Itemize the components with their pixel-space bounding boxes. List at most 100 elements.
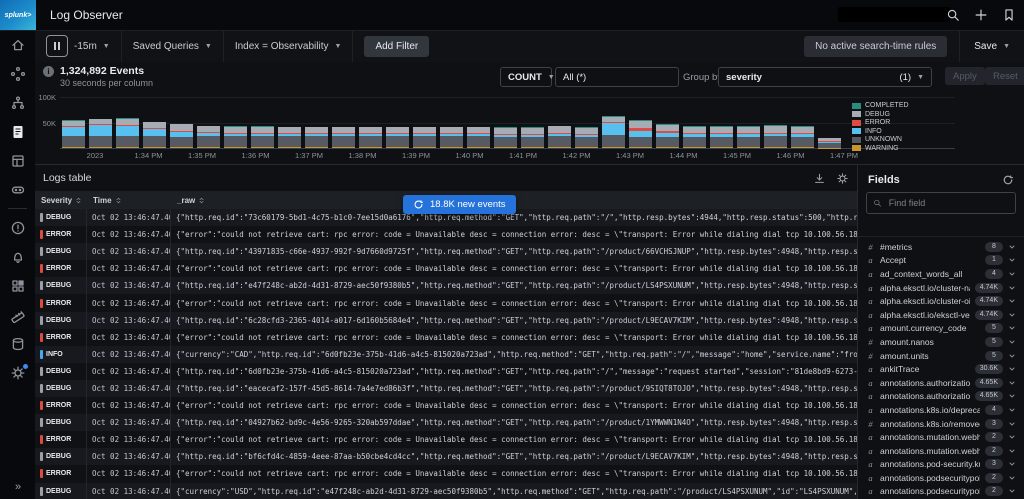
chevron-down-icon[interactable] (1008, 392, 1016, 400)
sidebar-item-log-observer[interactable] (0, 117, 35, 146)
field-item[interactable]: a Accept 1 (858, 254, 1024, 268)
log-row[interactable]: DEBUG Oct 02 13:46:47.408 {"http.req.id":"… (35, 277, 857, 295)
chevron-down-icon[interactable] (1008, 433, 1016, 441)
legend-item-warning[interactable]: WARNING (852, 145, 909, 152)
log-row[interactable]: DEBUG Oct 02 13:46:47.401 {"http.req.id":"… (35, 362, 857, 380)
column-header-severity[interactable]: Severity (35, 196, 87, 205)
histogram-bar[interactable] (197, 125, 220, 148)
histogram-bar[interactable] (548, 125, 571, 148)
log-row[interactable]: ERROR Oct 02 13:46:47.408 {"error":"could … (35, 294, 857, 312)
histogram-bar[interactable] (467, 126, 490, 148)
histogram-bar[interactable] (89, 118, 112, 148)
log-row[interactable]: ERROR Oct 02 13:46:47.400 {"error":"could … (35, 397, 857, 415)
table-settings-icon[interactable] (836, 172, 849, 185)
histogram-bar[interactable] (818, 137, 841, 148)
histogram-bar[interactable] (278, 126, 301, 148)
log-row[interactable]: DEBUG Oct 02 13:46:47.400 {"http.req.id":"… (35, 243, 857, 261)
field-item[interactable]: a amount.currency_code 5 (858, 322, 1024, 336)
legend-item-debug[interactable]: DEBUG (852, 111, 909, 118)
refresh-fields-icon[interactable] (1002, 174, 1014, 186)
sidebar-item-home[interactable] (0, 30, 35, 59)
chevron-down-icon[interactable] (1008, 324, 1016, 332)
histogram-bar[interactable] (224, 126, 247, 148)
sidebar-item-service-map[interactable] (0, 88, 35, 117)
chevron-down-icon[interactable] (1008, 420, 1016, 428)
sidebar-item-infrastructure[interactable] (0, 175, 35, 204)
chevron-down-icon[interactable] (1008, 487, 1016, 495)
download-icon[interactable] (813, 172, 826, 185)
chevron-down-icon[interactable] (1008, 352, 1016, 360)
chevron-down-icon[interactable] (1008, 256, 1016, 264)
histogram-bar[interactable] (143, 121, 166, 148)
pause-button[interactable] (46, 35, 68, 57)
reset-button[interactable]: Reset (985, 67, 1024, 85)
sidebar-item-data-management[interactable] (0, 329, 35, 358)
time-range-picker[interactable]: -15m (74, 41, 97, 52)
histogram-bar[interactable] (629, 120, 652, 148)
saved-queries-dropdown[interactable]: Saved Queries ▼ (122, 30, 224, 62)
column-header-time[interactable]: Time (87, 196, 171, 205)
chevron-down-icon[interactable] (1008, 338, 1016, 346)
chevron-down-icon[interactable] (1008, 297, 1016, 305)
histogram-bar[interactable] (386, 126, 409, 148)
histogram-bar[interactable] (116, 118, 139, 148)
histogram-bar[interactable] (440, 126, 463, 148)
field-item[interactable]: a annotations.mutation.webh... 2 (858, 430, 1024, 444)
field-item[interactable]: # amount.nanos 5 (858, 335, 1024, 349)
field-item[interactable]: a annotations.podsecuritypoli... 2 (858, 485, 1024, 499)
log-row[interactable]: DEBUG Oct 02 13:46:47.400 {"http.req.id":"… (35, 448, 857, 466)
legend-item-unknown[interactable]: UNKNOWN (852, 136, 909, 143)
chevron-down-icon[interactable] (1008, 243, 1016, 251)
chevron-down-icon[interactable] (1008, 284, 1016, 292)
find-field-input[interactable] (886, 197, 1009, 209)
histogram-bar[interactable] (737, 125, 760, 148)
field-item[interactable]: a ad_context_words_all 4 (858, 267, 1024, 281)
histogram-bar[interactable] (521, 127, 544, 148)
field-item[interactable]: a annotations.authorization.k... 4.65K (858, 376, 1024, 390)
field-item[interactable]: a annotations.mutation.webh... 2 (858, 444, 1024, 458)
chevron-down-icon[interactable] (1008, 460, 1016, 468)
histogram-bar[interactable] (251, 126, 274, 148)
chevron-down-icon[interactable] (1008, 447, 1016, 455)
field-item[interactable]: # annotations.k8s.io/removed... 3 (858, 417, 1024, 431)
sort-icon[interactable] (198, 196, 205, 205)
histogram-bar[interactable] (332, 126, 355, 148)
field-item[interactable]: a alpha.eksctl.io/cluster-name 4.74K (858, 281, 1024, 295)
field-item[interactable]: a annotations.podsecuritypoli... 2 (858, 471, 1024, 485)
index-filter-dropdown[interactable]: Index = Observability ▼ (224, 30, 354, 62)
create-icon[interactable] (974, 8, 988, 22)
search-icon[interactable] (946, 8, 960, 22)
log-row[interactable]: ERROR Oct 02 13:46:47.400 {"error":"could … (35, 431, 857, 449)
splunk-logo[interactable]: splunk> (0, 0, 36, 30)
histogram-bar[interactable] (62, 119, 85, 148)
histogram-bar[interactable] (764, 125, 787, 148)
chevron-down-icon[interactable] (1008, 406, 1016, 414)
sort-icon[interactable] (75, 196, 82, 205)
log-row[interactable]: DEBUG Oct 02 13:46:47.400 {"currency":"USD… (35, 482, 857, 499)
sidebar-item-settings[interactable] (0, 358, 35, 387)
histogram-bar[interactable] (656, 123, 679, 148)
info-icon[interactable]: i (43, 66, 54, 77)
log-row[interactable]: ERROR Oct 02 13:46:47.400 {"error":"could … (35, 226, 857, 244)
group-by-dropdown[interactable]: severity (1) ▼ (718, 67, 932, 87)
log-row[interactable]: INFO Oct 02 13:46:47.401 {"currency":"CAD"… (35, 345, 857, 363)
histogram-bar[interactable] (575, 127, 598, 148)
sidebar-item-alerts[interactable] (0, 213, 35, 242)
field-item[interactable]: # #metrics 8 (858, 240, 1024, 254)
sidebar-item-apps[interactable] (0, 271, 35, 300)
sidebar-item-tools[interactable] (0, 300, 35, 329)
aggregation-dropdown[interactable]: COUNT ▼ (500, 67, 555, 87)
histogram-bar[interactable] (791, 126, 814, 148)
save-button[interactable]: Save ▼ (959, 30, 1024, 62)
field-item[interactable]: # amount.units 5 (858, 349, 1024, 363)
apply-button[interactable]: Apply (945, 67, 985, 85)
legend-item-completed[interactable]: COMPLETED (852, 102, 909, 109)
sidebar-item-dashboards[interactable] (0, 146, 35, 175)
histogram-bar[interactable] (710, 125, 733, 148)
field-item[interactable]: a annotations.pod-security.ku... 3 (858, 458, 1024, 472)
histogram-bar[interactable] (413, 126, 436, 148)
find-field-search[interactable] (866, 192, 1016, 214)
sidebar-item-notifications[interactable] (0, 242, 35, 271)
legend-item-info[interactable]: INFO (852, 128, 909, 135)
chevron-down-icon[interactable] (1008, 311, 1016, 319)
